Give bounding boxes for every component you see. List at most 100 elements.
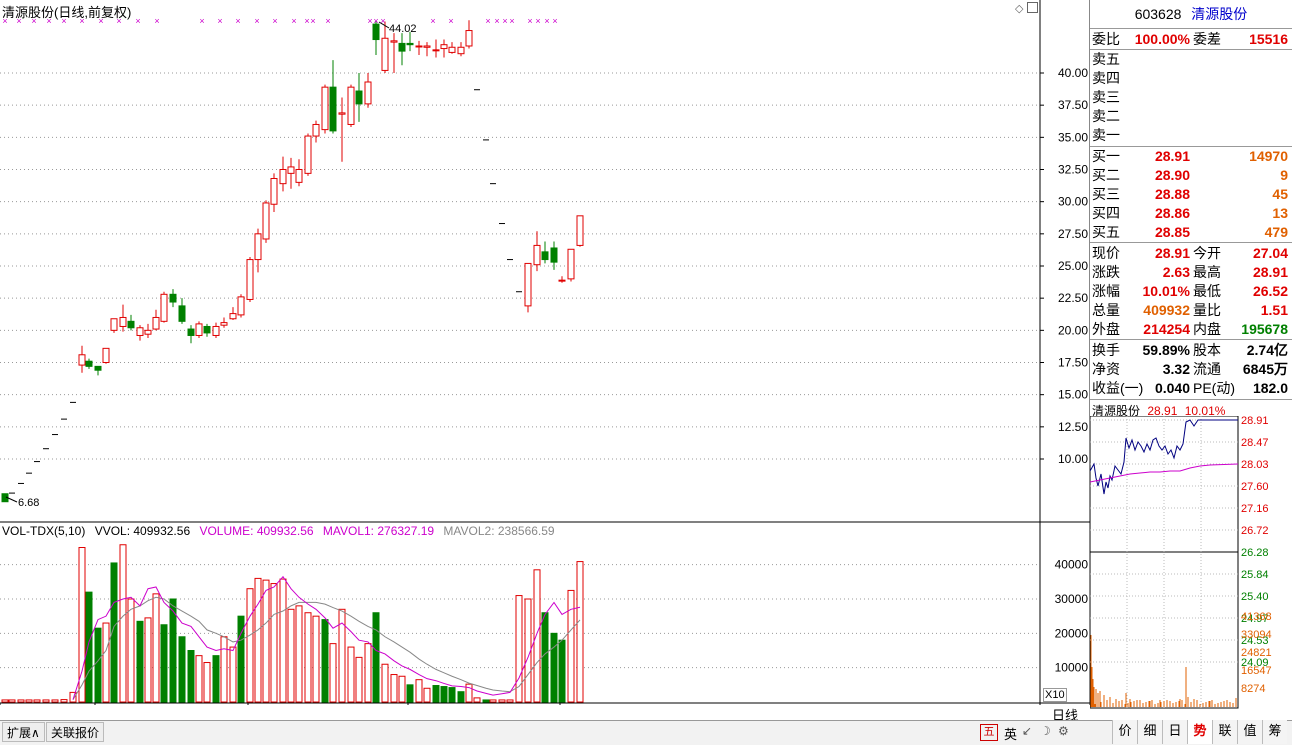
candle-35	[295, 159, 303, 187]
stat-row-5: 外盘 214254 内盘 195678	[1090, 320, 1292, 339]
volume-value: VOLUME: 409932.56	[199, 524, 314, 538]
candle-22	[187, 325, 195, 344]
right-tab-3[interactable]: 势	[1187, 720, 1212, 744]
sell-row-4-label: 卖四	[1092, 70, 1120, 86]
y-tick-label-4: 30.00	[1058, 195, 1088, 209]
candle-45-body	[381, 37, 389, 71]
candle-41-body	[347, 86, 355, 125]
candle-25-body	[212, 325, 220, 336]
y-tick-label-3: 32.50	[1058, 163, 1088, 177]
fin-row-1: 换手 59.89% 股本 2.74亿	[1090, 341, 1292, 360]
intraday-chart[interactable]: 28.91 28.47 28.03 27.60 27.16 26.72 26.28 25.84…	[1090, 416, 1292, 720]
candle-46-body	[390, 40, 398, 43]
signal-marker-31: ×	[552, 16, 557, 26]
volume-bar-0	[1, 699, 9, 703]
sell-row-1-label: 卖一	[1092, 127, 1120, 143]
candle-30-body	[254, 233, 262, 261]
stat-row-5-label2: 内盘	[1193, 321, 1221, 337]
right-tab-4[interactable]: 联	[1212, 720, 1237, 744]
fin-row-1-value2: 2.74亿	[1246, 342, 1288, 358]
weibi-value: 100.00%	[1134, 31, 1190, 47]
fin-row-2-value2: 6845万	[1242, 361, 1288, 377]
tab-related-quotes[interactable]: 关联报价	[46, 722, 105, 742]
volume-bar-45	[381, 663, 389, 703]
volume-bar-12	[102, 622, 110, 703]
candle-19	[160, 291, 168, 323]
x10-badge[interactable]: X10	[1043, 688, 1067, 702]
fin-row-2-value1: 3.32	[1162, 361, 1190, 377]
mavol2-value: MAVOL2: 238566.59	[443, 524, 555, 538]
intraday-price-tick-8: 25.40	[1241, 591, 1269, 603]
volume-bar-23	[195, 655, 203, 703]
fin-row-3-label: 收益(一)	[1092, 380, 1144, 396]
right-tab-1[interactable]: 细	[1137, 720, 1162, 744]
ime-wubi-icon[interactable]: 五	[980, 724, 998, 741]
stat-row-1-label2: 今开	[1193, 245, 1221, 261]
y-tick-label-0: 40.00	[1058, 66, 1088, 80]
candle-11	[94, 365, 102, 376]
candle-54	[457, 42, 465, 57]
ime-lang[interactable]: 英	[1004, 724, 1017, 743]
buy-row-3-label: 买三	[1092, 186, 1120, 202]
candle-23	[195, 321, 203, 339]
y-tick-label-10: 15.00	[1058, 388, 1088, 402]
right-tab-6[interactable]: 筹	[1262, 720, 1287, 744]
intraday-vol-tick-3: 16547	[1241, 665, 1272, 677]
volume-bar-53	[448, 687, 456, 703]
buy-row-2: 买二 28.90 9	[1090, 166, 1292, 185]
volume-bar-38	[321, 619, 329, 703]
candle-49-body	[415, 45, 423, 48]
volume-bar-47	[398, 675, 406, 703]
candle-24-body	[203, 325, 211, 334]
candle-67-body	[567, 248, 575, 280]
stat-row-3-value1: 10.01%	[1142, 283, 1190, 299]
kline-pane[interactable]: 清源股份(日线,前复权) ◇ 40.00 37.50 35.00 32.50 30.00…	[0, 0, 1090, 723]
signal-marker-13: ×	[254, 16, 259, 26]
candle-68	[576, 215, 584, 247]
candle-11-body	[94, 365, 102, 371]
ime-punct-icon[interactable]: ↙	[1022, 724, 1032, 738]
volume-bar-22	[187, 650, 195, 703]
intraday-vol-tick-0: 41368	[1241, 611, 1272, 623]
ime-moon-icon[interactable]: ☽	[1040, 724, 1051, 738]
right-tab-2[interactable]: 日	[1162, 720, 1187, 744]
candle-26	[220, 317, 228, 328]
volume-bar-52	[440, 686, 448, 703]
y-tick-label-6: 25.00	[1058, 259, 1088, 273]
buy-row-1: 买一 28.91 14970	[1090, 147, 1292, 166]
signal-marker-9: ×	[154, 16, 159, 26]
stat-row-2-label: 涨跌	[1092, 264, 1120, 280]
volume-bar-18	[152, 593, 160, 703]
volume-bar-32	[270, 583, 278, 703]
signal-marker-0: ×	[2, 16, 7, 26]
sell-row-2-label: 卖二	[1092, 108, 1120, 124]
candle-17	[144, 323, 152, 339]
kline-chart: 40.00 37.50 35.00 32.50 30.00 27.50 25.00 22.50…	[0, 0, 1090, 705]
candle-12	[102, 347, 110, 364]
candle-66-body	[558, 279, 566, 282]
buy-row-1-label: 买一	[1092, 148, 1120, 164]
candle-40	[338, 97, 346, 162]
stock-name[interactable]: 清源股份	[1191, 6, 1247, 22]
ime-settings-icon[interactable]: ⚙	[1058, 724, 1069, 738]
vol-tick-label-0: 40000	[1055, 558, 1089, 572]
candle-50	[423, 42, 431, 57]
candle-22-body	[187, 328, 195, 336]
buy-row-3-value2: 45	[1272, 186, 1288, 202]
candle-51	[432, 39, 440, 58]
candle-64	[541, 241, 549, 264]
intraday-vol-tick-1: 33094	[1241, 629, 1272, 641]
stat-row-2: 涨跌 2.63 最高 28.91	[1090, 263, 1292, 282]
right-tab-0[interactable]: 价	[1112, 720, 1137, 744]
candle-24	[203, 323, 211, 337]
tab-expand[interactable]: 扩展∧	[2, 722, 45, 742]
candle-34	[287, 157, 295, 189]
buy-row-3: 买三 28.88 45	[1090, 185, 1292, 204]
signal-marker-14: ×	[272, 16, 277, 26]
right-tab-5[interactable]: 值	[1237, 720, 1262, 744]
sell-row-4: 卖四	[1090, 69, 1292, 88]
candle-21	[178, 298, 186, 324]
candle-63-body	[533, 244, 541, 266]
volume-bar-24	[203, 662, 211, 703]
volume-bar-59	[498, 699, 506, 703]
